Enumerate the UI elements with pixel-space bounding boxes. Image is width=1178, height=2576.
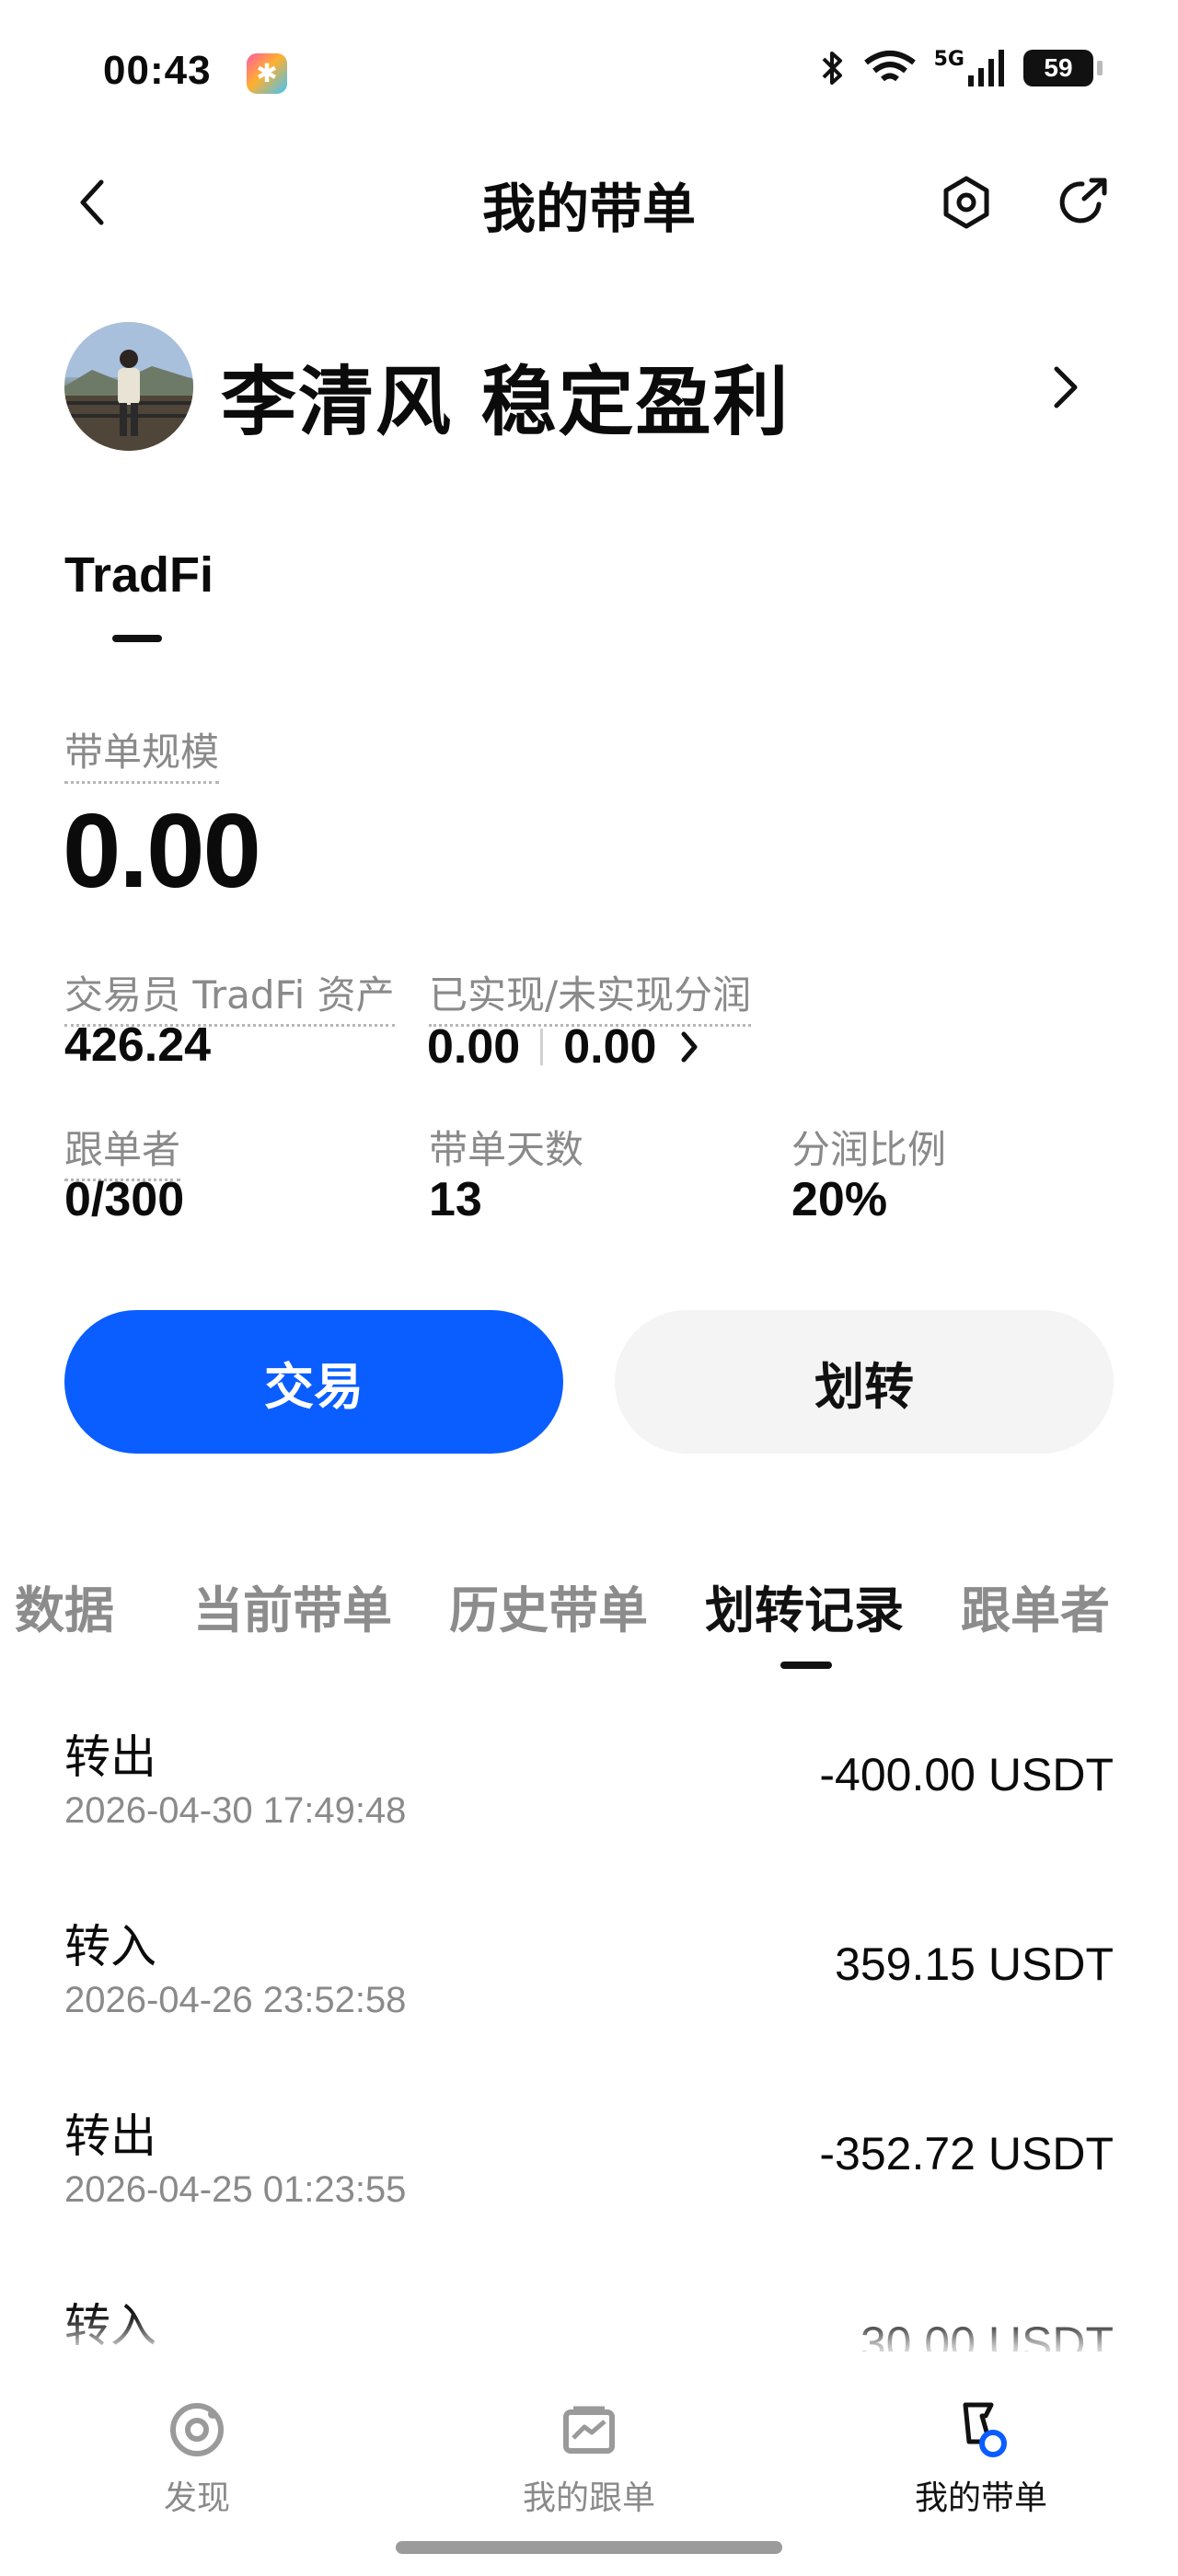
nav-my-lead-label: 我的带单 xyxy=(914,2479,1047,2517)
record-date: 2026-04-30 17:49:48 xyxy=(64,1790,407,1831)
profit-share-values[interactable]: 0.00 0.00 xyxy=(427,1019,702,1075)
home-indicator[interactable] xyxy=(396,2541,782,2554)
transfer-button[interactable]: 划转 xyxy=(615,1310,1114,1454)
discover-icon xyxy=(170,2403,224,2456)
trade-button[interactable]: 交易 xyxy=(64,1310,563,1454)
tab-tradfi[interactable]: TradFi xyxy=(64,546,214,604)
record-type: 转出 xyxy=(64,1731,156,1784)
avatar[interactable] xyxy=(64,322,193,451)
nav-my-copy-label: 我的跟单 xyxy=(522,2479,655,2517)
realized-value: 0.00 xyxy=(427,1020,521,1074)
trader-assets-value: 426.24 xyxy=(64,1018,212,1072)
share-ratio-label: 分润比例 xyxy=(791,1127,947,1172)
tab-transfer-records[interactable]: 划转记录 xyxy=(705,1570,904,1642)
record-date: 2026-04-26 23:52:58 xyxy=(64,1980,407,2020)
followers-value: 0/300 xyxy=(64,1173,185,1226)
trader-name[interactable]: 李清风 稳定盈利 xyxy=(221,340,791,450)
nav-my-copy[interactable]: 我的跟单 xyxy=(479,2398,699,2519)
nav-my-lead[interactable]: 我的带单 xyxy=(871,2398,1091,2519)
record-amount: 359.15 USDT xyxy=(835,1938,1114,1990)
page-title: 我的带单 xyxy=(481,178,696,240)
nav-discover[interactable]: 发现 xyxy=(87,2398,307,2519)
days-label: 带单天数 xyxy=(429,1127,584,1172)
share-ratio-value: 20% xyxy=(791,1173,888,1226)
share-icon[interactable] xyxy=(1053,173,1112,232)
battery-icon: 59 xyxy=(1023,50,1103,86)
active-tab-indicator xyxy=(780,1662,832,1669)
chevron-right-small-icon xyxy=(681,1031,698,1063)
bluetooth-icon xyxy=(822,52,842,85)
section-tabs: 数据 当前带单 历史带单 划转记录 跟单者 xyxy=(0,1570,1178,1643)
app-notification-icon xyxy=(247,53,287,94)
network-label: 5G xyxy=(933,47,964,71)
battery-level: 59 xyxy=(1044,53,1073,82)
signal-icon xyxy=(968,50,1004,86)
record-type: 转入 xyxy=(64,1920,156,1973)
lead-trading-icon xyxy=(963,2402,1007,2457)
days-value: 13 xyxy=(429,1173,482,1226)
record-amount: -352.72 USDT xyxy=(819,2128,1114,2179)
profit-share-label[interactable]: 已实现/未实现分润 xyxy=(429,964,752,1027)
wifi-icon xyxy=(863,51,916,82)
chevron-right-icon[interactable] xyxy=(1045,363,1086,411)
tab-data[interactable]: 数据 xyxy=(15,1570,114,1642)
chart-box-icon xyxy=(563,2406,615,2454)
tradfi-tab-indicator xyxy=(112,635,162,642)
scale-value: 0.00 xyxy=(63,793,261,910)
record-amount: -400.00 USDT xyxy=(819,1749,1114,1800)
value-separator xyxy=(540,1029,544,1065)
record-type: 转入 xyxy=(64,2299,156,2352)
unrealized-value: 0.00 xyxy=(563,1020,657,1074)
settings-hexagon-icon[interactable] xyxy=(937,173,996,232)
status-time: 00:43 xyxy=(103,48,212,93)
tab-current-orders[interactable]: 当前带单 xyxy=(193,1570,392,1642)
avatar-photo xyxy=(64,322,193,451)
nav-discover-label: 发现 xyxy=(163,2479,230,2517)
tab-history-orders[interactable]: 历史带单 xyxy=(449,1570,648,1642)
record-type: 转出 xyxy=(64,2110,156,2163)
status-icons: 5G 59 xyxy=(818,47,1103,88)
scale-label[interactable]: 带单规模 xyxy=(64,721,220,784)
record-date: 2026-04-25 01:23:55 xyxy=(64,2169,407,2210)
tab-followers[interactable]: 跟单者 xyxy=(961,1570,1110,1642)
